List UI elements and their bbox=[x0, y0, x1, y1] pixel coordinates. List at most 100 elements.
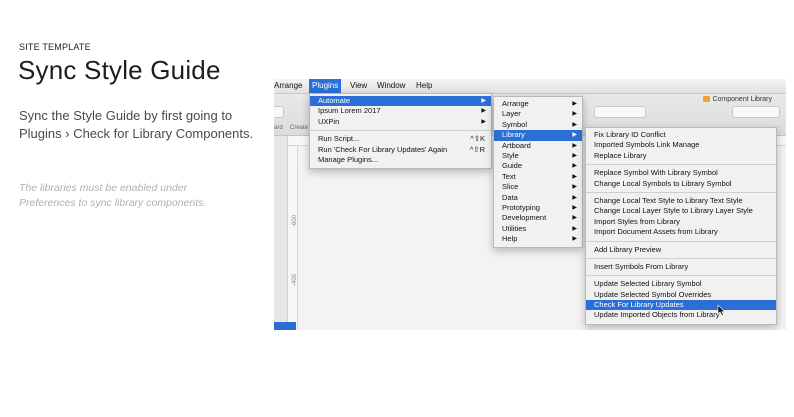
library-menu-item[interactable]: Change Local Symbols to Library Symbol bbox=[586, 179, 776, 189]
library-menu-item[interactable]: Change Local Text Style to Library Text … bbox=[586, 196, 776, 206]
automate-menu-item[interactable]: Style ▶ bbox=[494, 151, 582, 161]
library-menu-item[interactable]: Update Selected Symbol Overrides bbox=[586, 290, 776, 300]
plugins-menu-item[interactable]: UXPin ▶ bbox=[310, 117, 491, 127]
component-library-label: Component Library bbox=[712, 96, 772, 103]
library-menu-item[interactable]: Add Library Preview bbox=[586, 245, 776, 255]
menu-item-label: Replace Symbol With Library Symbol bbox=[594, 168, 718, 178]
menu-separator bbox=[586, 240, 776, 242]
menu-view[interactable]: View bbox=[350, 81, 367, 90]
automate-menu-item[interactable]: Symbol ▶ bbox=[494, 120, 582, 130]
automate-menu-item[interactable]: Artboard ▶ bbox=[494, 141, 582, 151]
automate-menu-item[interactable]: Arrange ▶ bbox=[494, 99, 582, 109]
menu-item-label: Update Selected Library Symbol bbox=[594, 279, 702, 289]
toolbar-button-group[interactable] bbox=[732, 106, 780, 118]
library-menu-item[interactable]: Imported Symbols Link Manage bbox=[586, 140, 776, 150]
submenu-arrow-icon: ▶ bbox=[572, 215, 577, 222]
library-menu-item[interactable]: Check For Library Updates bbox=[586, 300, 776, 311]
menu-item-label: Replace Library bbox=[594, 150, 647, 160]
library-icon bbox=[703, 96, 711, 102]
submenu-arrow-icon: ▶ bbox=[572, 204, 577, 211]
menu-separator bbox=[586, 164, 776, 166]
library-menu-item[interactable]: Fix Library ID Conflict bbox=[586, 130, 776, 140]
menu-item-label: Run Script... bbox=[318, 134, 360, 144]
submenu-arrow-icon: ▶ bbox=[572, 173, 577, 180]
library-menu-item[interactable]: Import Styles from Library bbox=[586, 217, 776, 227]
layers-panel[interactable] bbox=[274, 136, 288, 330]
menu-separator bbox=[310, 130, 491, 132]
toolbar-label: ard bbox=[274, 125, 283, 131]
automate-menu-item[interactable]: Guide ▶ bbox=[494, 161, 582, 171]
plugins-menu-item[interactable]: Ipsum Lorem 2017 ▶ bbox=[310, 106, 491, 116]
automate-menu-item[interactable]: Development ▶ bbox=[494, 213, 582, 223]
submenu-arrow-icon: ▶ bbox=[572, 194, 577, 201]
menu-item-label: Import Document Assets from Library bbox=[594, 227, 718, 237]
menu-item-label: Change Local Layer Style to Library Laye… bbox=[594, 206, 753, 216]
menu-item-label: Automate bbox=[318, 96, 351, 105]
ruler-number: -600 bbox=[292, 214, 298, 227]
menu-item-label: Ipsum Lorem 2017 bbox=[318, 106, 381, 116]
page-title: Sync Style Guide bbox=[18, 55, 221, 85]
menu-item-label: Symbol bbox=[502, 119, 528, 129]
library-menu-item[interactable]: Insert Symbols From Library bbox=[586, 262, 776, 272]
menu-item-label: Development bbox=[502, 213, 547, 223]
library-menu-item[interactable]: Import Document Assets from Library bbox=[586, 227, 776, 237]
menu-item-label: Guide bbox=[502, 161, 523, 171]
selected-layer[interactable] bbox=[274, 322, 296, 330]
submenu-arrow-icon: ▶ bbox=[572, 121, 577, 128]
plugins-menu-item[interactable]: Automate ▶ bbox=[310, 96, 491, 107]
menu-window[interactable]: Window bbox=[377, 81, 405, 90]
menu-separator bbox=[586, 191, 776, 193]
mouse-cursor-icon bbox=[717, 305, 725, 316]
library-menu-item[interactable]: Update Selected Library Symbol bbox=[586, 279, 776, 289]
toolbar-button[interactable] bbox=[274, 106, 284, 118]
library-menu-item[interactable]: Replace Symbol With Library Symbol bbox=[586, 168, 776, 178]
submenu-arrow-icon: ▶ bbox=[572, 132, 577, 139]
submenu-arrow-icon: ▶ bbox=[572, 225, 577, 232]
plugins-menu-item[interactable]: Run 'Check For Library Updates' Again ^⇧R bbox=[310, 145, 491, 155]
automate-menu-item[interactable]: Slice ▶ bbox=[494, 182, 582, 192]
library-submenu: Fix Library ID Conflict Imported Symbols … bbox=[585, 127, 777, 325]
plugins-menu-item[interactable]: Manage Plugins... bbox=[310, 155, 491, 165]
plugins-menu-item[interactable]: Run Script... ^⇧K bbox=[310, 134, 491, 144]
menu-item-label: Style bbox=[502, 150, 519, 160]
menu-plugins[interactable]: Plugins bbox=[309, 79, 342, 93]
automate-menu-item[interactable]: Text ▶ bbox=[494, 172, 582, 182]
menu-shortcut: ^⇧R bbox=[469, 144, 485, 154]
menu-item-label: Imported Symbols Link Manage bbox=[594, 140, 700, 150]
submenu-arrow-icon: ▶ bbox=[481, 98, 486, 104]
menu-item-label: Fix Library ID Conflict bbox=[594, 130, 666, 139]
toolbar-label: Create bbox=[290, 125, 309, 131]
menu-item-label: Help bbox=[502, 234, 518, 244]
library-menu-item[interactable]: Replace Library bbox=[586, 151, 776, 161]
submenu-arrow-icon: ▶ bbox=[572, 152, 577, 159]
automate-menu-item[interactable]: Data ▶ bbox=[494, 193, 582, 203]
automate-menu-item[interactable]: Utilities ▶ bbox=[494, 224, 582, 234]
menu-item-label: Insert Symbols From Library bbox=[594, 261, 689, 271]
app-screenshot: Arrange Plugins View Window Help ard Cre… bbox=[274, 79, 786, 330]
toolbar-button-group[interactable] bbox=[594, 106, 646, 118]
menu-item-label: Library bbox=[502, 130, 525, 140]
automate-menu-item[interactable]: Help ▶ bbox=[494, 234, 582, 244]
menu-item-label: Update Imported Objects from Library bbox=[594, 310, 720, 320]
submenu-arrow-icon: ▶ bbox=[572, 111, 577, 118]
menu-arrange[interactable]: Arrange bbox=[274, 81, 302, 90]
menu-item-label: Layer bbox=[502, 109, 521, 119]
automate-menu-item[interactable]: Library ▶ bbox=[494, 130, 582, 141]
menu-item-label: Run 'Check For Library Updates' Again bbox=[318, 144, 448, 154]
automate-menu-item[interactable]: Layer ▶ bbox=[494, 109, 582, 119]
submenu-arrow-icon: ▶ bbox=[481, 108, 486, 115]
menu-item-label: Text bbox=[502, 171, 516, 181]
description-text: Sync the Style Guide by first going to P… bbox=[19, 108, 254, 141]
library-menu-item[interactable]: Change Local Layer Style to Library Laye… bbox=[586, 206, 776, 216]
component-library-title: Component Library bbox=[703, 96, 772, 103]
menu-item-label: Artboard bbox=[502, 140, 531, 150]
ruler-number: -400 bbox=[292, 273, 298, 286]
submenu-arrow-icon: ▶ bbox=[481, 118, 486, 125]
submenu-arrow-icon: ▶ bbox=[572, 163, 577, 170]
library-menu-item[interactable]: Update Imported Objects from Library bbox=[586, 310, 776, 320]
menu-item-label: Manage Plugins... bbox=[318, 154, 379, 164]
menu-help[interactable]: Help bbox=[416, 81, 432, 90]
automate-menu-item[interactable]: Prototyping ▶ bbox=[494, 203, 582, 213]
automate-submenu: Arrange ▶ Layer ▶ Symbol ▶ Library ▶ Artboard ▶ St… bbox=[493, 96, 583, 249]
menu-separator bbox=[586, 257, 776, 259]
